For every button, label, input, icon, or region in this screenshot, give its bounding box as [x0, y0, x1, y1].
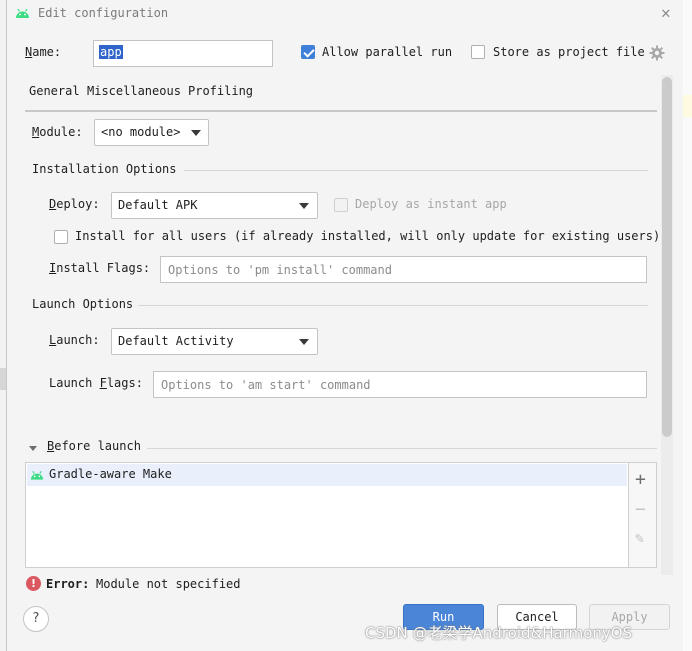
launch-flags-input[interactable]	[153, 371, 647, 398]
instant-app-label: Deploy as instant app	[355, 197, 507, 211]
tabs-underline	[25, 110, 657, 112]
android-icon	[16, 8, 29, 18]
before-launch-list: Gradle-aware Make	[25, 462, 629, 568]
allow-parallel-checkbox[interactable]	[301, 45, 315, 59]
install-all-users-label: Install for all users (if already instal…	[75, 229, 661, 243]
tab-general[interactable]: General	[29, 84, 80, 98]
launch-options-heading: Launch Options	[32, 297, 134, 311]
error-icon: !	[26, 576, 41, 591]
add-icon[interactable]: +	[635, 471, 646, 489]
before-launch-heading: Before launch	[47, 439, 141, 453]
deploy-value: Default APK	[118, 198, 198, 212]
launch-label: Launch:	[49, 333, 100, 347]
scrollbar-thumb[interactable]	[662, 77, 672, 437]
tab-profiling[interactable]: Profiling	[188, 84, 253, 98]
chevron-down-icon	[191, 130, 201, 136]
dialog-title: Edit configuration	[38, 6, 169, 20]
collapse-arrow-icon[interactable]	[28, 443, 38, 453]
deploy-label: Deploy:	[49, 197, 100, 211]
list-item-label: Gradle-aware Make	[49, 467, 172, 481]
remove-icon[interactable]: −	[635, 501, 646, 519]
error-message: Module not specified	[96, 577, 241, 591]
install-flags-label: Install Flags:	[49, 261, 151, 275]
separator	[147, 448, 657, 449]
separator	[138, 305, 648, 306]
help-button[interactable]: ?	[23, 606, 49, 632]
store-project-checkbox[interactable]	[471, 45, 485, 59]
close-icon[interactable]: ✕	[661, 3, 671, 22]
allow-parallel-label: Allow parallel run	[322, 45, 453, 59]
name-value: app	[99, 45, 123, 59]
module-label: Module:	[32, 125, 83, 139]
module-dropdown[interactable]: <no module>	[94, 119, 209, 146]
separator	[184, 170, 648, 171]
launch-value: Default Activity	[118, 334, 234, 348]
launch-flags-label: Launch Flags:	[49, 376, 143, 390]
name-label: Name:	[25, 45, 62, 59]
module-value: <no module>	[101, 125, 181, 139]
tab-miscellaneous[interactable]: Miscellaneous	[87, 84, 181, 98]
install-all-users-checkbox[interactable]	[54, 230, 68, 244]
gear-icon[interactable]	[649, 45, 665, 61]
chevron-down-icon	[299, 203, 309, 209]
deploy-dropdown[interactable]: Default APK	[111, 192, 318, 219]
install-flags-input[interactable]	[160, 256, 647, 283]
error-prefix: Error:	[46, 577, 90, 591]
edit-configuration-dialog: Edit configuration ✕ Name: app Allow par…	[6, 0, 683, 651]
instant-app-checkbox[interactable]	[334, 198, 348, 212]
store-project-label: Store as project file	[493, 45, 645, 59]
launch-dropdown[interactable]: Default Activity	[111, 328, 318, 355]
watermark: CSDN @老梁学Android&HarmonyOS	[365, 624, 633, 642]
name-field[interactable]: app	[93, 40, 273, 67]
before-launch-toolbar: + − ✎	[629, 462, 657, 568]
android-icon	[30, 470, 44, 480]
chevron-down-icon	[299, 339, 309, 345]
edit-icon[interactable]: ✎	[635, 529, 644, 547]
installation-options-heading: Installation Options	[32, 162, 177, 176]
list-item[interactable]: Gradle-aware Make	[27, 464, 627, 486]
